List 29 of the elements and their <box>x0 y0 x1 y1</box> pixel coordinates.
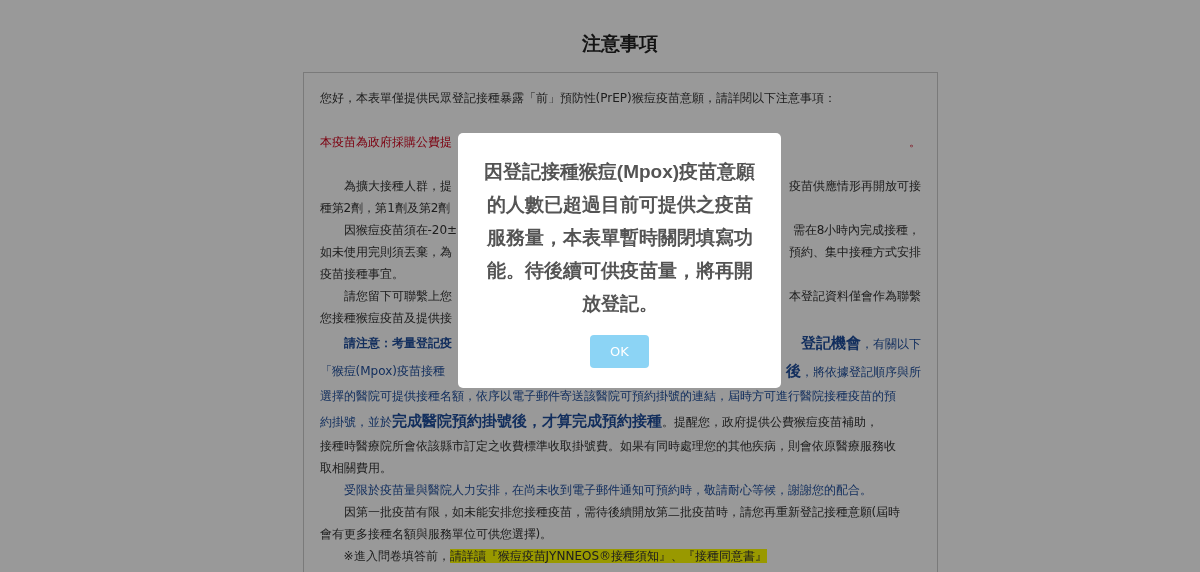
notice-text: 登記機會，有關以下 <box>800 332 921 354</box>
notice-text: 因第一批疫苗有限，如未能安排您接種疫苗，需待後續開放第二批疫苗時，請您再重新登記接種意願(屆時 <box>343 504 901 521</box>
notice-text: 請您留下可聯繫上您 <box>343 288 452 305</box>
notice-text: 因猴痘疫苗須在-20± <box>343 222 458 239</box>
dialog-message: 因登記接種猴痘(Mpox)疫苗意願的人數已超過目前可提供之疫苗服務量，本表單暫時關閉填寫功能。待後續可供疫苗量，將再開放登記。 <box>482 160 757 316</box>
notice-text: 如未使用完則須丟棄，為 <box>319 244 452 261</box>
notice-text: 後，將依據登記順序與所 <box>785 360 921 382</box>
notice-text: 取相關費用。 <box>319 460 392 477</box>
notice-text: 約掛號，並於完成醫院預約掛號後，才算完成預約接種。提醒您，政府提供公費猴痘疫苗補助， <box>319 410 878 432</box>
notice-text: 選擇的醫院可提供接種名額，依序以電子郵件寄送該醫院可預約掛號的連結，屆時方可進行醫院接種疫苗的預 <box>319 388 896 405</box>
notice-text: 疫苗供應情形再開放可接 <box>788 178 921 195</box>
notice-text: 接種時醫療院所會依該縣市訂定之收費標準收取掛號費。如果有同時處理您的其他疾病，則會依原醫療服務收 <box>319 438 896 455</box>
ok-button[interactable]: OK <box>590 335 649 368</box>
notice-text: 為擴大接種人群，提 <box>343 178 452 195</box>
notice-text: ※進入問卷填答前，請詳讀『猴痘疫苗JYNNEOS®接種須知』、『接種同意書』 <box>343 548 768 565</box>
notice-text: 您好，本表單僅提供民眾登記接種暴露「前」預防性(PrEP)猴痘疫苗意願，請詳閱以下注意事項： <box>319 90 836 107</box>
notice-text: 「猴痘(Mpox)疫苗接種 <box>319 363 445 380</box>
notice-text: 預約、集中接種方式安排 <box>788 244 921 261</box>
notice-text: 。 <box>908 134 921 151</box>
notice-text: 會有更多接種名額與服務單位可供您選擇)。 <box>319 526 553 543</box>
notice-text: 受限於疫苗量與醫院人力安排，在尚未收到電子郵件通知可預約時，敬請耐心等候，謝謝您的配合。 <box>343 482 872 499</box>
notice-text: 您接種猴痘疫苗及提供接 <box>319 310 452 327</box>
page-title: 注意事項 <box>582 31 658 56</box>
notice-text: 請注意：考量登記疫 <box>343 335 452 352</box>
notice-text: 疫苗接種事宜。 <box>319 266 404 283</box>
notice-text: 本登記資料僅會作為聯繫 <box>788 288 921 305</box>
notice-text: 種第2劑，第1劑及第2劑 <box>319 200 451 217</box>
notice-text: 需在8小時內完成接種， <box>792 222 921 239</box>
notice-text: 本疫苗為政府採購公費提 <box>319 134 452 151</box>
